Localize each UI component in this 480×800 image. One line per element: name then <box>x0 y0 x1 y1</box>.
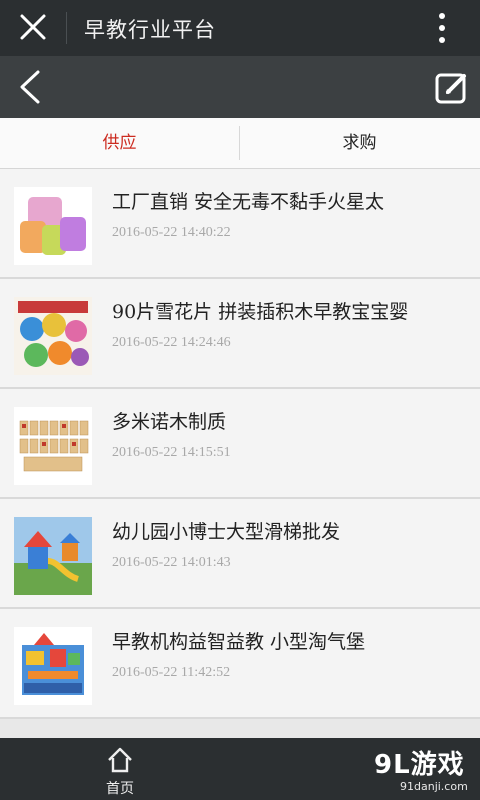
product-name: 工厂直销 安全无毒不黏手火星太 <box>112 191 385 213</box>
watermark-logo: 9L游戏 91danji.com <box>356 744 476 800</box>
home-icon <box>108 747 132 773</box>
home-label: 首页 <box>106 781 134 797</box>
product-name: 早教机构益智益教 小型淘气堡 <box>112 631 366 653</box>
slime-buckets-thumbnail <box>14 187 92 265</box>
product-time: 2016-05-22 14:40:22 <box>112 225 231 240</box>
watermark-brand: 9L游戏 <box>374 750 465 780</box>
list-item[interactable]: 90片雪花片 拼装插积木早教宝宝婴 2016-05-22 14:24:46 <box>0 279 480 389</box>
navigation-bar <box>0 56 480 118</box>
product-name: 90片雪花片 拼装插积木早教宝宝婴 <box>112 301 409 323</box>
window-title-bar: 早教行业平台 <box>0 0 480 56</box>
product-list: 工厂直销 安全无毒不黏手火星太 2016-05-22 14:40:22 90片雪… <box>0 169 480 719</box>
playground-thumbnail <box>14 627 92 705</box>
list-item[interactable]: 多米诺木制质 2016-05-22 14:15:51 <box>0 389 480 499</box>
list-item[interactable]: 早教机构益智益教 小型淘气堡 2016-05-22 11:42:52 <box>0 609 480 719</box>
back-arrow-icon[interactable] <box>14 68 48 106</box>
product-time: 2016-05-22 14:24:46 <box>112 335 231 350</box>
home-button[interactable]: 首页 <box>90 742 150 797</box>
product-name: 幼儿园小博士大型滑梯批发 <box>112 521 341 543</box>
tab-purchase[interactable]: 求购 <box>240 118 479 168</box>
title-separator <box>66 12 67 44</box>
tab-bar: 供应 求购 <box>0 118 480 169</box>
edit-icon[interactable] <box>434 70 470 106</box>
product-time: 2016-05-22 11:42:52 <box>112 665 231 680</box>
domino-thumbnail <box>14 407 92 485</box>
close-icon[interactable] <box>18 12 48 42</box>
product-time: 2016-05-22 14:15:51 <box>112 445 231 460</box>
watermark-domain: 91danji.com <box>400 780 468 793</box>
list-item[interactable]: 幼儿园小博士大型滑梯批发 2016-05-22 14:01:43 <box>0 499 480 609</box>
product-time: 2016-05-22 14:01:43 <box>112 555 231 570</box>
tab-supply[interactable]: 供应 <box>0 118 239 168</box>
more-options-icon[interactable] <box>432 10 452 46</box>
snowflake-blocks-thumbnail <box>14 297 92 375</box>
product-name: 多米诺木制质 <box>112 411 227 433</box>
slide-thumbnail <box>14 517 92 595</box>
page-title: 早教行业平台 <box>84 18 216 42</box>
list-item[interactable]: 工厂直销 安全无毒不黏手火星太 2016-05-22 14:40:22 <box>0 169 480 279</box>
